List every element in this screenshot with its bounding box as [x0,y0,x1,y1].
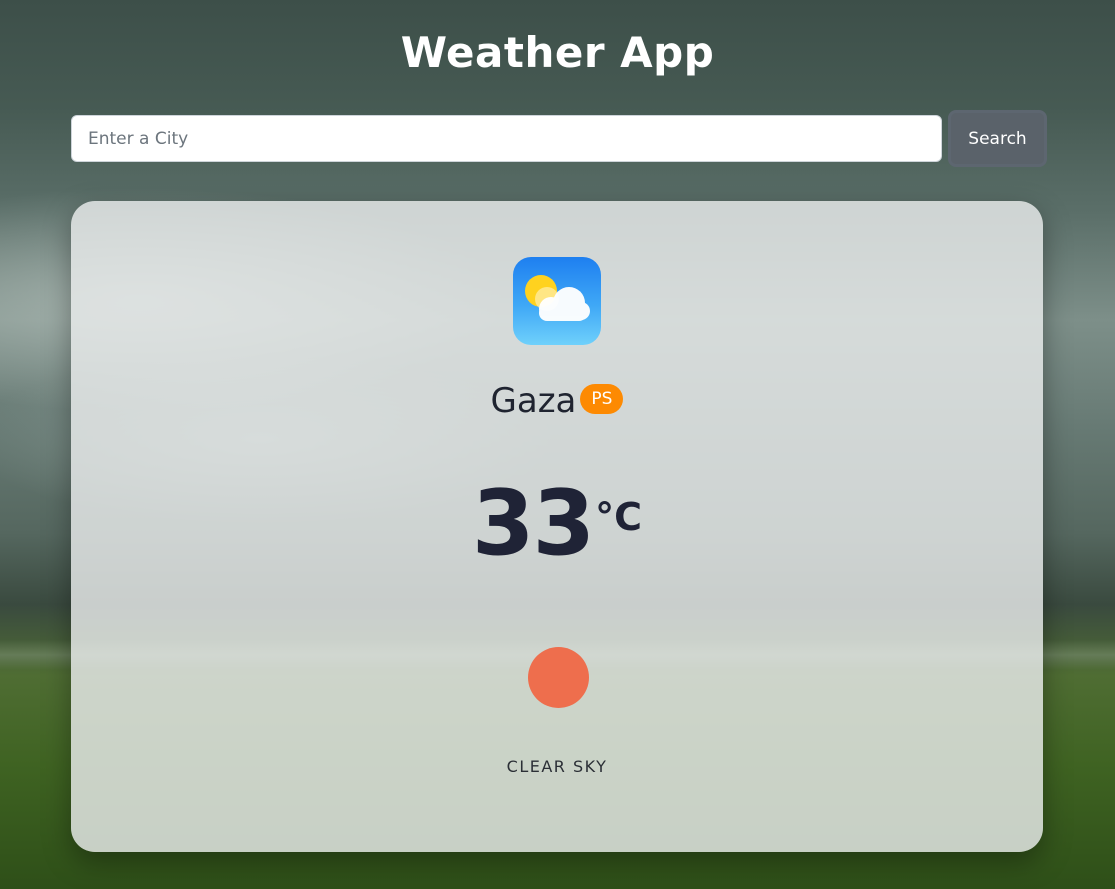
temperature-display: 33°C [71,471,1043,576]
country-code-badge: PS [580,384,624,414]
page-title: Weather App [400,28,715,77]
search-button[interactable]: Search [948,110,1047,167]
weather-description: CLEAR SKY [506,757,608,776]
sun-behind-cloud-icon [513,257,601,345]
city-name: Gaza [490,381,577,421]
temperature-unit: °C [595,495,643,539]
temperature-value: 33 [471,471,595,576]
location-row: Gaza PS [71,381,1043,421]
weather-card: Gaza PS 33°C CLEAR SKY [71,201,1043,852]
sun-icon [528,647,589,708]
city-search-input[interactable] [71,115,942,162]
